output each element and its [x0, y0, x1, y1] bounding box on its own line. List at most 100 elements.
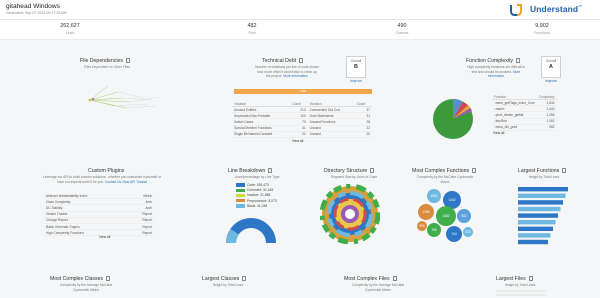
legend-label: Preprocessor: 8,073 — [247, 198, 277, 203]
copy-icon[interactable] — [370, 168, 375, 173]
technical-debt-bar: TBD — [234, 89, 372, 94]
function-bar[interactable] — [518, 200, 563, 205]
stat-value: 262,627 — [60, 23, 80, 29]
most-complex-functions-subtitle: Complexity by the McCabe Cyclomatic Metri… — [416, 175, 474, 184]
technical-debt-grade: B — [354, 64, 358, 70]
copy-icon[interactable] — [392, 276, 397, 281]
contact-us-link[interactable]: Contact Us — [105, 180, 121, 184]
more-information-link[interactable]: More information — [283, 74, 308, 78]
bubble-label: 756 — [431, 228, 437, 232]
stat-classes: 490 Classes — [372, 23, 432, 35]
technical-debt-improve-link[interactable]: Improve — [344, 79, 368, 84]
largest-classes-subtitle: Height by Total Lines — [212, 283, 244, 287]
function-bar[interactable] — [518, 220, 556, 225]
bubble-label: 1082 — [442, 214, 449, 218]
bubble-label: 982 — [461, 214, 467, 218]
understand-logo[interactable]: Understand™ — [508, 3, 592, 17]
legend-label: Code: 155,473 — [247, 183, 269, 187]
table-row: Single Bit Named Constant 22 Unused 20 — [232, 131, 372, 138]
function-bar[interactable] — [518, 206, 561, 212]
custom-plugins-table: Abstract Maintainability Index Metric Cla… — [44, 193, 154, 237]
technical-debt-view-all[interactable]: View all — [292, 139, 303, 143]
copy-icon[interactable] — [242, 276, 247, 281]
legend-item: Blank: 41,038 — [236, 204, 296, 209]
largest-files-title: Largest Files — [496, 276, 533, 282]
more-link[interactable]: More — [513, 70, 521, 74]
stat-value: 9,902 — [535, 23, 549, 29]
function-bar[interactable] — [518, 193, 566, 198]
function-bar[interactable] — [518, 187, 568, 192]
custom-plugins-subtitle: Leverage our API to build custom solutio… — [42, 175, 161, 184]
file-dependency-graph[interactable] — [60, 78, 180, 118]
stat-label: Lines — [65, 31, 75, 35]
file-dependencies-title: File Dependencies — [80, 58, 130, 64]
most-complex-files-subtitle: Complexity by the Average McCabe Cyclomat… — [351, 283, 405, 292]
bubble-label: 1342 — [448, 198, 455, 202]
function-complexity-subtitle: High complexity functions are difficult … — [467, 65, 525, 78]
copy-icon[interactable] — [299, 58, 304, 63]
legend-swatch — [236, 198, 245, 203]
most-complex-files-title: Most Complex Files — [344, 276, 397, 282]
technical-debt-title: Technical Debt — [262, 58, 304, 64]
most-complex-functions-title: Most Complex Functions — [412, 168, 477, 174]
legend-label: Comment: 31,165 — [247, 188, 274, 193]
line-breakdown-subtitle: Lines/percentage by Line Type — [234, 175, 280, 179]
bubble-label: 744 — [451, 232, 457, 236]
directory-structure-subtitle: Segment Size by Lines of Code — [330, 175, 378, 179]
bubble-label: 623 — [465, 230, 471, 234]
function-complexity-improve-link[interactable]: Improve — [539, 79, 563, 84]
legend-label: Blank: 41,038 — [247, 203, 268, 208]
custom-plugins-title: Custom Plugins — [88, 168, 125, 174]
bubble-label: 596 — [419, 224, 425, 228]
custom-plugins-view-all[interactable]: View all — [99, 235, 110, 239]
function-complexity-view-all[interactable]: View all — [493, 131, 504, 135]
stat-files: 482 Files — [222, 23, 282, 35]
copy-icon[interactable] — [516, 58, 520, 63]
function-bar[interactable] — [518, 233, 551, 238]
stat-label: Functions — [534, 31, 550, 35]
stat-functions: 9,902 Functions — [512, 23, 572, 35]
most-complex-functions-bubbles[interactable]: 1834 1342 1256 1082 982 756 744 623 596 — [412, 186, 476, 248]
api-tutorial-link[interactable]: View API Tutorial — [122, 180, 147, 184]
function-bar[interactable] — [518, 239, 548, 245]
largest-functions-title: Largest Functions — [518, 168, 567, 174]
function-bar[interactable] — [518, 213, 558, 218]
copy-icon[interactable] — [106, 276, 111, 281]
function-complexity-grade: A — [549, 64, 553, 70]
project-name: gitahead Windows — [6, 3, 60, 10]
function-complexity-pie[interactable] — [428, 94, 478, 144]
largest-functions-chart[interactable] — [514, 183, 574, 249]
technical-debt-table: Violation Count Violation Count Unused Enti… — [232, 101, 372, 138]
copy-icon[interactable] — [562, 168, 567, 173]
copy-icon[interactable] — [268, 168, 273, 173]
technical-debt-overall-box: Overall B — [346, 56, 366, 78]
technical-debt-subtitle: Number of violations per line of code sh… — [255, 65, 319, 78]
largest-functions-subtitle: Height by Total Lines — [528, 175, 560, 179]
stat-label: Classes — [395, 31, 409, 35]
logo-trademark: ™ — [578, 4, 583, 10]
copy-icon[interactable] — [528, 276, 533, 281]
bubble-label: 1256 — [422, 210, 429, 214]
legend-swatch — [236, 183, 245, 187]
stat-value: 490 — [397, 23, 407, 29]
logo-text: Understand — [530, 4, 579, 14]
line-breakdown-donut[interactable] — [223, 215, 279, 245]
most-complex-classes-subtitle: Complexity by the Average McCabe Cyclomat… — [59, 283, 113, 292]
function-bar[interactable] — [518, 226, 553, 231]
function-complexity-title: Function Complexity — [466, 58, 520, 64]
legend-swatch — [236, 193, 245, 198]
copy-icon[interactable] — [472, 168, 477, 173]
copy-icon[interactable] — [125, 58, 130, 63]
line-breakdown-title: Line Breakdown — [228, 168, 273, 174]
function-complexity-table: Function Complexity ::mem_getFlags_inline… — [492, 94, 557, 131]
generated-date: Generated: Sep 07 2023 09:17:33 AM — [6, 11, 67, 15]
largest-classes-title: Largest Classes — [202, 276, 247, 282]
header-bar: gitahead Windows Generated: Sep 07 2023 … — [0, 0, 600, 20]
largest-files-chart-lines — [496, 290, 546, 296]
stats-bar: 262,627 Lines 482 Files 490 Classes 9,90… — [0, 20, 600, 40]
stat-value: 482 — [247, 23, 257, 29]
directory-structure-sunburst[interactable] — [320, 184, 380, 244]
bubble-label: 1834 — [430, 194, 437, 198]
stat-lines: 262,627 Lines — [40, 23, 100, 35]
largest-files-subtitle: Height by Total Lines — [504, 283, 536, 287]
